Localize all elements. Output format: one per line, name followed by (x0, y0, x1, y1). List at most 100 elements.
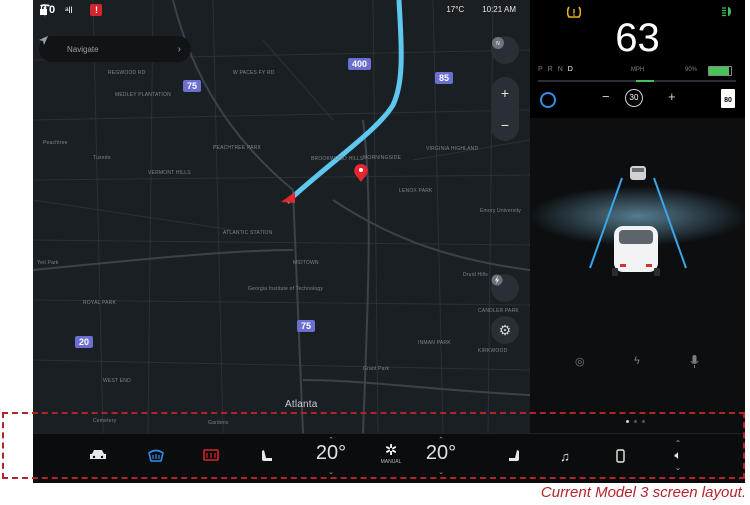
map-label: KIRKWOOD (478, 348, 508, 354)
driver-temp-up-icon: ⌃ (328, 437, 334, 444)
volume-up-icon: ⌃ (674, 439, 682, 448)
fan-icon: ✲ (384, 442, 398, 459)
speed-cluster: 63 PRND MPH 90% − 30 + 80 (530, 0, 745, 118)
passenger-temp-up-icon: ⌃ (438, 437, 444, 444)
clock: 10:21 AM (482, 5, 516, 14)
page-indicator (626, 420, 645, 423)
signal-icon: ᵃll (65, 5, 73, 15)
map-orientation-button[interactable] (491, 274, 519, 302)
map-roads (33, 0, 530, 433)
steering-wheel-icon[interactable] (540, 92, 556, 108)
navigate-search-bar[interactable]: Navigate › (39, 36, 191, 62)
page-dot[interactable] (626, 420, 629, 423)
map-label: ATLANTIC STATION (223, 230, 273, 236)
map-label: INMAN PARK (418, 340, 451, 346)
decrease-speed-button[interactable]: − (602, 89, 610, 104)
alert-icon[interactable]: ! (90, 4, 103, 16)
autopilot-icon[interactable]: ◎ (575, 355, 585, 368)
driver-seat-icon[interactable] (256, 449, 278, 466)
map-label: Peachtree (43, 140, 68, 146)
speed-limit-sign: 80 (721, 89, 735, 108)
passenger-temperature[interactable]: ⌃ 20° ⌄ (421, 437, 461, 476)
set-speed-badge[interactable]: 30 (625, 89, 643, 107)
map-label: MIDTOWN (293, 260, 319, 266)
highway-shield-85: 85 (435, 72, 454, 84)
increase-speed-button[interactable]: + (668, 89, 676, 104)
map-label: WEST END (103, 378, 131, 384)
bottom-dock: ⌃ 20° ⌄ ✲ MANUAL ⌃ 20° ⌄ ♫ ⌃ 🔈︎ ⌄ (33, 433, 745, 483)
highway-shield-20: 20 (75, 336, 94, 348)
highway-shield-75-south: 75 (297, 320, 316, 332)
driver-panel: 63 PRND MPH 90% − 30 + 80 ◎ ϟ (530, 0, 745, 433)
destination-pin (354, 164, 368, 182)
map-label: VIRGINIA HIGHLAND (426, 146, 479, 152)
lead-car (630, 166, 646, 180)
volume-control[interactable]: ⌃ 🔈︎ ⌄ (667, 439, 689, 479)
zoom-controls: + − (491, 77, 519, 141)
gear-icon: ⚙ (498, 321, 512, 338)
volume-icon: 🔈︎ (674, 448, 682, 462)
zoom-in-button[interactable]: + (501, 85, 509, 101)
microphone-icon[interactable] (690, 355, 699, 371)
page-dot[interactable] (642, 420, 645, 423)
battery-percent: 90% (685, 67, 698, 73)
front-defrost-icon[interactable] (145, 449, 167, 465)
zoom-out-button[interactable]: − (501, 117, 509, 133)
passenger-temp-value: 20° (425, 442, 457, 464)
map-label: REGWOOD RD (108, 70, 146, 76)
map-settings-button[interactable]: ⚙ (491, 316, 519, 344)
map-label: Georgia Institute of Technology (248, 286, 324, 292)
map-label: CANDLER PARK (478, 308, 519, 314)
map-label: Yeti Park (37, 260, 59, 266)
map-label: LENOX PARK (399, 188, 433, 194)
navigate-label: Navigate (67, 44, 99, 54)
map-label: Gardens (208, 420, 229, 426)
own-car (612, 226, 660, 276)
rear-defrost-icon[interactable] (200, 449, 222, 464)
map-label: Tuxedo (93, 155, 111, 161)
lightning-compass-icon (491, 274, 503, 286)
car-icon[interactable] (87, 449, 109, 464)
fan-button[interactable]: ✲ MANUAL (376, 442, 406, 466)
map-label: Cemetery (93, 418, 117, 424)
map-label: Druid Hills (463, 272, 488, 278)
map-label: VERMONT HILLS (148, 170, 191, 176)
battery-icon[interactable] (708, 66, 732, 76)
city-label: Atlanta (285, 399, 318, 410)
power-meter (538, 80, 736, 82)
svg-text:N: N (496, 41, 500, 47)
map-label: PEACHTREE PARK (213, 145, 261, 151)
status-bar: 0 ᵃll ! 17°C 10:21 AM (33, 0, 530, 22)
highway-shield-75-north: 75 (183, 80, 202, 92)
page-dot[interactable] (634, 420, 637, 423)
volume-down-icon: ⌄ (674, 463, 682, 472)
figure-caption: Current Model 3 screen layout. (540, 484, 746, 501)
map-label: MORNINGSIDE (363, 155, 402, 161)
map-label: BROOKWOOD HILLS (311, 156, 364, 162)
route-line (285, 0, 404, 204)
tesla-screen: 400 85 75 75 20 REGWOOD RD W PACES FY RD… (33, 0, 745, 483)
navigation-map[interactable]: 400 85 75 75 20 REGWOOD RD W PACES FY RD… (33, 0, 530, 433)
map-label: W PACES FY RD (233, 70, 275, 76)
map-label: Grant Park (363, 366, 390, 372)
phone-icon[interactable] (609, 449, 631, 466)
map-label: ROYAL PARK (83, 300, 117, 306)
compass-icon: N (492, 37, 504, 49)
music-icon[interactable]: ♫ (554, 449, 576, 464)
panel-bottom-icons: ◎ ϟ (530, 355, 745, 375)
autopilot-row: − 30 + 80 (530, 89, 745, 111)
compass-button[interactable]: N (491, 36, 519, 64)
outside-temperature: 17°C (446, 5, 465, 14)
map-label: Emory University (480, 208, 521, 214)
highway-shield-400: 400 (348, 58, 372, 70)
charge-icon[interactable]: ϟ (634, 355, 640, 367)
driver-temperature[interactable]: ⌃ 20° ⌄ (311, 437, 351, 476)
passenger-seat-icon[interactable] (503, 449, 525, 466)
chevron-right-icon: › (177, 43, 181, 55)
passenger-temp-down-icon: ⌄ (438, 469, 444, 476)
speed-readout: 63 (615, 16, 660, 60)
fan-mode-label: MANUAL (380, 459, 402, 465)
driver-temp-down-icon: ⌄ (328, 469, 334, 476)
driver-temp-value: 20° (315, 442, 347, 464)
map-label: MEDLEY PLANTATION (115, 92, 171, 98)
